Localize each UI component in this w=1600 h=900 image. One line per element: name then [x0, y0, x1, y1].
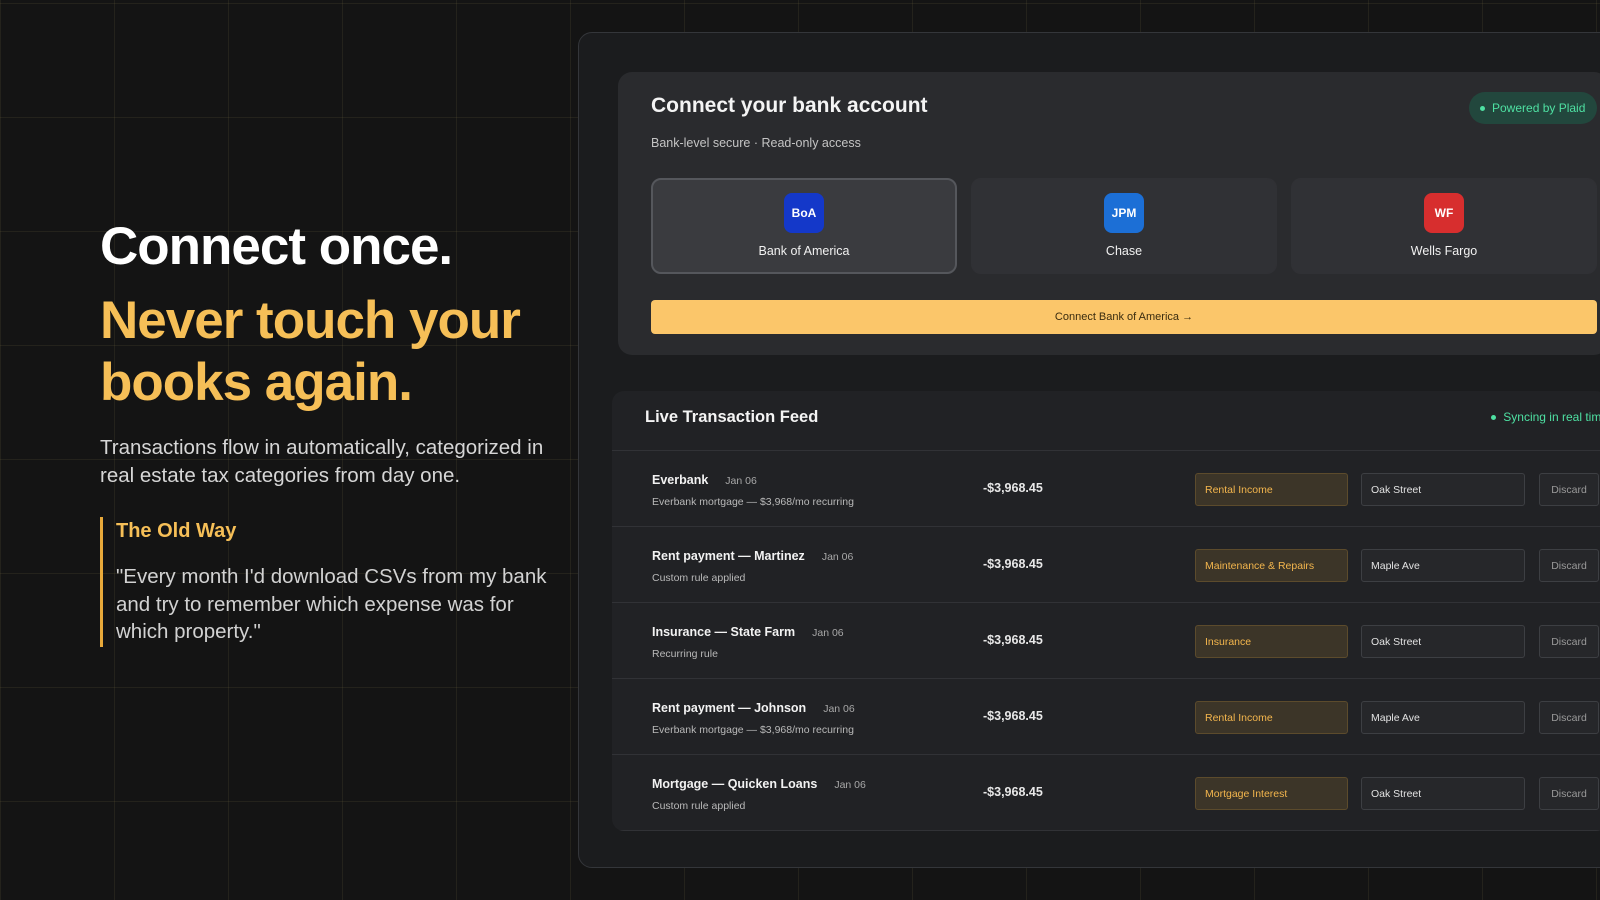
hero-tagline: Never touch your books again. — [100, 291, 521, 413]
property-select[interactable]: Oak Street — [1361, 473, 1525, 506]
transaction-name: Insurance — State Farm — [652, 625, 796, 639]
bank-connect-card: Connect your bank account Bank-level sec… — [618, 72, 1600, 355]
bank-connect-subtitle: Bank-level secure · Read-only access — [651, 136, 861, 150]
category-select[interactable]: Insurance — [1195, 625, 1348, 658]
bank-of-america-logo-icon: BoA — [784, 193, 824, 233]
table-row: Everbank Jan 06 Everbank mortgage — $3,96… — [612, 451, 1600, 527]
category-select[interactable]: Rental Income — [1195, 473, 1348, 506]
chase-logo-icon: JPM — [1104, 193, 1144, 233]
discard-button[interactable]: Discard — [1539, 625, 1599, 658]
discard-button[interactable]: Discard — [1539, 701, 1599, 734]
category-select[interactable]: Rental Income — [1195, 701, 1348, 734]
bank-option-name: Bank of America — [758, 244, 850, 258]
transaction-name: Rent payment — Johnson — [652, 701, 807, 715]
transaction-amount: -$3,968.45 — [983, 709, 1043, 723]
discard-button[interactable]: Discard — [1539, 549, 1599, 582]
transaction-amount: -$3,968.45 — [983, 633, 1043, 647]
connect-bank-button[interactable]: Connect Bank of America → — [651, 300, 1597, 334]
plaid-badge-label: Powered by Plaid — [1492, 101, 1586, 115]
hero-headline: Connect once. — [100, 217, 453, 276]
transaction-date: Jan 06 — [821, 551, 854, 563]
transaction-name: Mortgage — Quicken Loans — [652, 777, 818, 791]
feed-header: Live Transaction Feed Syncing in real ti… — [612, 391, 1600, 451]
sync-status: Syncing in real time — [1491, 410, 1600, 424]
wells-fargo-logo-icon: WF — [1424, 193, 1464, 233]
transaction-note: Everbank mortgage — $3,968/mo recurring — [652, 496, 854, 508]
feed-title: Live Transaction Feed — [645, 408, 819, 426]
sync-status-label: Syncing in real time — [1503, 410, 1600, 424]
table-row: Rent payment — Johnson Jan 06 Everbank mo… — [612, 679, 1600, 755]
transaction-name: Everbank — [652, 473, 709, 487]
transaction-date: Jan 06 — [834, 779, 866, 791]
discard-button[interactable]: Discard — [1539, 777, 1599, 810]
category-select[interactable]: Mortgage Interest — [1195, 777, 1348, 810]
transaction-note: Custom rule applied — [652, 800, 746, 812]
transaction-note: Custom rule applied — [652, 572, 746, 584]
transaction-note: Everbank mortgage — $3,968/mo recurring — [652, 724, 854, 736]
plaid-badge: Powered by Plaid — [1469, 92, 1598, 124]
property-select[interactable]: Oak Street — [1361, 625, 1525, 658]
status-dot-icon — [1480, 105, 1485, 111]
bank-option-name: Wells Fargo — [1410, 244, 1478, 258]
table-row: Mortgage — Quicken Loans Jan 06 Custom ru… — [612, 755, 1600, 831]
bank-option-bank-of-america[interactable]: BoA Bank of America — [651, 178, 957, 274]
discard-button[interactable]: Discard — [1539, 473, 1599, 506]
property-select[interactable]: Oak Street — [1361, 777, 1525, 810]
bank-option-name: Chase — [1105, 244, 1143, 258]
transaction-amount: -$3,968.45 — [983, 785, 1043, 799]
table-row: Rent payment — Martinez Jan 06 Custom rul… — [612, 527, 1600, 603]
transaction-date: Jan 06 — [725, 475, 757, 487]
hero-description: Transactions flow in automatically, cate… — [100, 436, 544, 487]
status-dot-icon — [1491, 414, 1497, 420]
property-select[interactable]: Maple Ave — [1361, 701, 1525, 734]
bank-option-chase[interactable]: JPM Chase — [971, 178, 1277, 274]
property-select[interactable]: Maple Ave — [1361, 549, 1525, 582]
category-select[interactable]: Maintenance & Repairs — [1195, 549, 1348, 582]
quote-title: The Old Way — [116, 520, 237, 543]
hero-section: Connect once. Never touch your books aga… — [100, 217, 570, 647]
bank-options: BoA Bank of America JPM Chase WF Wells F… — [651, 178, 1600, 274]
transaction-amount: -$3,968.45 — [983, 481, 1043, 495]
quote-text: "Every month I'd download CSVs from my b… — [116, 565, 547, 644]
table-row: Insurance — State Farm Jan 06 Recurring r… — [612, 603, 1600, 679]
transaction-note: Recurring rule — [652, 648, 718, 660]
testimonial-quote: The Old Way "Every month I'd download CS… — [100, 517, 570, 647]
transaction-name: Rent payment — Martinez — [652, 549, 805, 563]
transaction-date: Jan 06 — [812, 627, 844, 639]
transaction-date: Jan 06 — [823, 703, 855, 715]
transaction-feed: Live Transaction Feed Syncing in real ti… — [612, 391, 1600, 831]
transaction-amount: -$3,968.45 — [983, 557, 1043, 571]
bank-connect-title: Connect your bank account — [651, 94, 928, 117]
bank-option-wells-fargo[interactable]: WF Wells Fargo — [1291, 178, 1597, 274]
